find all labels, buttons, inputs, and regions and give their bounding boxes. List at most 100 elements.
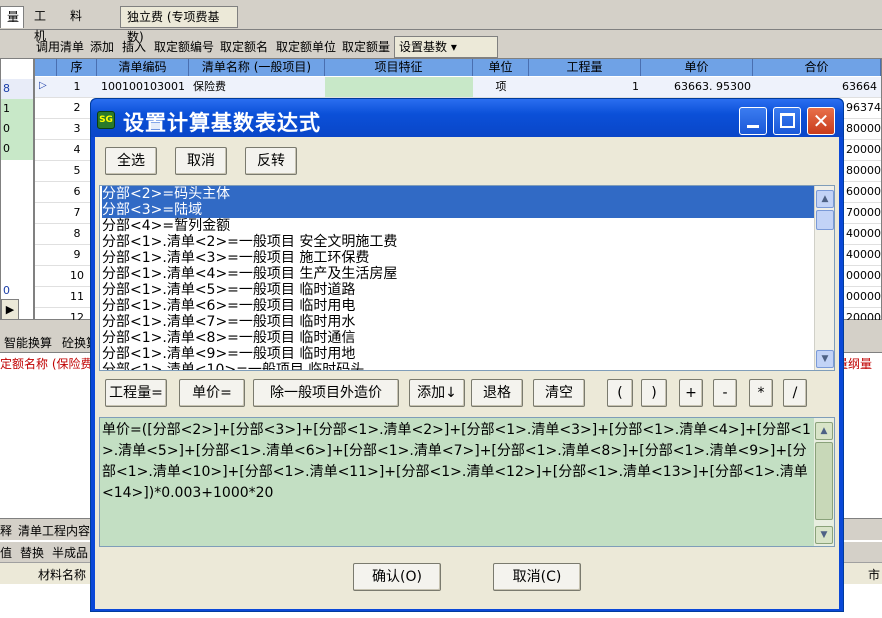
ok-button[interactable]: 确认(O) [353,563,441,591]
market-header: 市 [868,568,881,582]
cancel-selection-button[interactable]: 取消 [175,147,227,175]
grid-header-code: 清单编码 [97,59,189,76]
dialog-title-bar[interactable]: SG 设置计算基数表达式 ✕ [91,99,843,137]
formula-text: 单价=([分部<2>]+[分部<3>]+[分部<1>.清单<2>]+[分部<1>… [102,422,811,501]
insert-button[interactable]: 插入 [122,38,146,56]
grid-header-name: 清单名称 (一般项目) [189,59,325,76]
scroll-up-icon[interactable]: ▲ [816,190,834,208]
list-scrollbar[interactable]: ▲ ▼ [814,186,834,370]
row-total: 40000 [846,227,881,240]
minus-button[interactable]: - [713,379,737,407]
set-base-dropdown[interactable]: 设置基数 ▾ [394,36,498,58]
list-item[interactable]: 分部<1>.清单<9>=一般项目 临时用地 [102,346,816,362]
call-list-button[interactable]: 调用清单 [36,38,84,56]
row-total: 20000 [846,143,881,156]
tab-list-work-content[interactable]: 清单工程内容 [18,522,90,539]
left-strip-cell: 8 [1,79,33,100]
get-quota-code-button[interactable]: 取定额编号 [154,38,214,56]
row-total: 80000 [846,164,881,177]
semi-product-button[interactable]: 半成品 [52,544,88,561]
invert-selection-button[interactable]: 反转 [245,147,297,175]
list-item[interactable]: 分部<1>.清单<5>=一般项目 临时道路 [102,282,816,298]
right-paren-button[interactable]: ) [641,379,667,407]
list-item[interactable]: 分部<2>=码头主体 [102,186,816,202]
select-all-button[interactable]: 全选 [105,147,157,175]
clear-button[interactable]: 清空 [533,379,585,407]
add-down-button[interactable]: 添加↓ [409,379,465,407]
backspace-button[interactable]: 退格 [471,379,523,407]
ok-label: 确认(O) [372,569,422,585]
row-number: 1 [73,80,81,93]
grid-header-price: 单价 [641,59,753,76]
row-feature[interactable] [325,77,473,97]
list-item[interactable]: 分部<1>.清单<3>=一般项目 施工环保费 [102,250,816,266]
row-pointer-icon: ▷ [39,80,47,91]
multiply-button[interactable]: * [749,379,773,407]
list-item[interactable]: 分部<3>=陆域 [102,202,816,218]
arrow-right-icon[interactable]: ▶ [1,299,19,320]
row-unit: 项 [495,80,507,93]
tab-quantity[interactable]: 量 [0,6,24,28]
row-total: 00000 [846,290,881,303]
quantity-equals-button[interactable]: 工程量= [105,379,167,407]
list-item[interactable]: 分部<1>.清单<4>=一般项目 生产及生活房屋 [102,266,816,282]
cancel-button[interactable]: 取消(C) [493,563,581,591]
row-name: 保险费 [193,80,226,93]
row-total: 63664 [842,80,877,93]
tab-explain[interactable]: 释 [0,522,12,539]
get-quota-amount-button[interactable]: 取定额量 [342,38,390,56]
scroll-thumb[interactable] [815,442,833,520]
close-icon[interactable]: ✕ [807,107,835,135]
minimize-icon[interactable] [739,107,767,135]
list-item[interactable]: 分部<1>.清单<6>=一般项目 临时用电 [102,298,816,314]
dialog-title: 设置计算基数表达式 [123,110,321,135]
row-price: 63663. 95300 [674,80,751,93]
dialog-body: 全选 取消 反转 分部<2>=码头主体 分部<3>=陆域 分部<4>=暂列金额 … [95,137,839,609]
tab-labor-material-machine[interactable]: 工 料 机 [28,6,116,43]
row-total: 40000 [846,248,881,261]
formula-scrollbar[interactable]: ▲ ▼ [814,418,834,546]
grid-header-no: 序 [57,59,97,76]
formula-dialog: SG 设置计算基数表达式 ✕ 全选 取消 反转 分部<2>=码头主体 分部<3>… [90,98,844,612]
list-item[interactable]: 分部<1>.清单<7>=一般项目 临时用水 [102,314,816,330]
get-quota-name-button[interactable]: 取定额名 [220,38,268,56]
left-paren-button[interactable]: ( [607,379,633,407]
formula-textarea[interactable]: 单价=([分部<2>]+[分部<3>]+[分部<1>.清单<2>]+[分部<1>… [99,417,835,547]
divide-button[interactable]: / [783,379,807,407]
add-button[interactable]: 添加 [90,38,114,56]
price-equals-button[interactable]: 单价= [179,379,245,407]
grid-header-marker [35,59,57,76]
scroll-thumb[interactable] [816,210,834,230]
grid-header-unit: 单位 [473,59,529,76]
row-total: 80000 [846,122,881,135]
list-item[interactable]: 分部<1>.清单<10>=一般项目 临时码头 [102,362,816,370]
list-item[interactable]: 分部<1>.清单<2>=一般项目 安全文明施工费 [102,234,816,250]
grid-header-total: 合价 [753,59,881,76]
left-strip: 8 1 0 0 0 ▶ [0,58,34,320]
grid-header-qty: 工程量 [529,59,641,76]
list-item[interactable]: 分部<4>=暂列金额 [102,218,816,234]
list-item[interactable]: 分部<1>.清单<8>=一般项目 临时通信 [102,330,816,346]
scroll-up-icon[interactable]: ▲ [815,422,833,440]
replace-button[interactable]: 替换 [20,544,44,561]
quota-name-label: 定额名称 (保险费) [0,357,98,371]
table-row[interactable]: ▷ 1 100100103001 保险费 项 1 63663. 95300 63… [35,77,881,98]
except-general-cost-button[interactable]: 除一般项目外造价 [253,379,399,407]
row-total: 96374 [846,101,881,114]
row-total: 70000 [846,206,881,219]
plus-button[interactable]: + [679,379,703,407]
top-tab-bar: 量 工 料 机 独立费 (专项费基数) [0,0,882,44]
material-name-header: 材料名称 [38,568,87,582]
maximize-icon[interactable] [773,107,801,135]
tab-independent-fee[interactable]: 独立费 (专项费基数) [120,6,238,44]
left-strip-cell: 1 [1,99,33,120]
tab-smart-convert[interactable]: 智能换算 [4,334,52,351]
row-code: 100100103001 [101,80,185,93]
get-quota-unit-button[interactable]: 取定额单位 [276,38,336,56]
value-button[interactable]: 值 [0,544,12,561]
grid-toolbar: 调用清单 添加 插入 取定额编号 取定额名 取定额单位 取定额量 设置基数 ▾ [34,36,882,58]
scroll-down-icon[interactable]: ▼ [815,526,833,544]
left-strip-cell: 0 [1,119,33,140]
base-items-list[interactable]: 分部<2>=码头主体 分部<3>=陆域 分部<4>=暂列金额 分部<1>.清单<… [99,185,835,371]
scroll-down-icon[interactable]: ▼ [816,350,834,368]
